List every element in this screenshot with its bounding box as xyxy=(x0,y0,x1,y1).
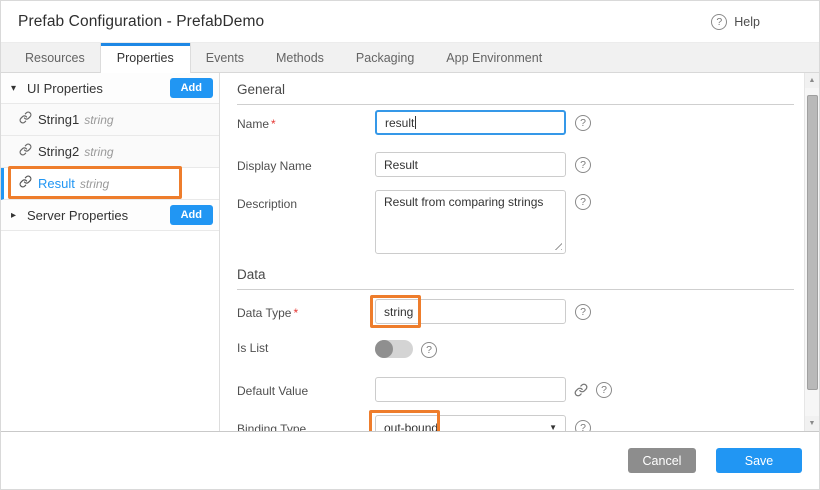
data-section-heading: Data xyxy=(237,267,794,290)
link-icon xyxy=(19,143,32,161)
is-list-label: Is List xyxy=(237,338,375,355)
display-name-field-wrap: ? xyxy=(375,152,591,177)
ui-properties-label: UI Properties xyxy=(27,81,103,96)
default-value-help-icon[interactable]: ? xyxy=(596,382,612,398)
title-bar: Prefab Configuration - PrefabDemo ? Help xyxy=(1,1,819,42)
name-row: Name* result ? xyxy=(237,110,794,135)
is-list-field-wrap: ? xyxy=(375,338,437,358)
toggle-knob xyxy=(375,340,393,358)
property-type: string xyxy=(80,177,109,191)
help-button[interactable]: ? Help xyxy=(711,14,760,30)
description-textarea-wrap: Result from comparing strings xyxy=(375,190,566,254)
data-type-row: Data Type* ? xyxy=(237,299,794,324)
scrollbar-thumb[interactable] xyxy=(807,95,818,390)
binding-type-select[interactable]: out-bound ▼ xyxy=(375,415,566,431)
page-title: Prefab Configuration - PrefabDemo xyxy=(18,13,264,31)
name-help-icon[interactable]: ? xyxy=(575,115,591,131)
default-value-input[interactable] xyxy=(375,377,566,402)
general-section-heading: General xyxy=(237,82,794,105)
required-marker: * xyxy=(271,117,276,131)
description-field-wrap: Result from comparing strings ? xyxy=(375,190,591,254)
description-textarea[interactable]: Result from comparing strings xyxy=(375,190,566,254)
property-name: String2 xyxy=(38,144,79,159)
caret-down-icon: ▾ xyxy=(11,83,22,94)
name-value: result xyxy=(385,116,414,130)
server-properties-group-header[interactable]: ▸ Server Properties Add xyxy=(1,200,219,231)
tab-packaging[interactable]: Packaging xyxy=(340,43,430,73)
dialog-footer: Cancel Save xyxy=(1,432,819,489)
text-cursor xyxy=(415,116,416,129)
description-help-icon[interactable]: ? xyxy=(575,194,591,210)
link-icon xyxy=(19,111,32,129)
property-type: string xyxy=(84,145,113,159)
property-name: Result xyxy=(38,176,75,191)
ui-properties-group-header[interactable]: ▾ UI Properties Add xyxy=(1,73,219,104)
default-value-row: Default Value ? xyxy=(237,377,794,402)
default-value-field-wrap: ? xyxy=(375,377,612,402)
property-item-string2[interactable]: String2 string xyxy=(1,136,219,168)
vertical-scrollbar: ▲ ▼ xyxy=(804,73,819,431)
tab-app-environment[interactable]: App Environment xyxy=(430,43,558,73)
tab-bar: Resources Properties Events Methods Pack… xyxy=(1,42,819,73)
is-list-row: Is List ? xyxy=(237,338,794,358)
tab-resources[interactable]: Resources xyxy=(9,43,101,73)
help-label: Help xyxy=(734,15,760,29)
add-ui-property-button[interactable]: Add xyxy=(170,78,213,98)
binding-type-field-wrap: out-bound ▼ ? xyxy=(375,415,591,431)
display-name-help-icon[interactable]: ? xyxy=(575,157,591,173)
description-row: Description Result from comparing string… xyxy=(237,190,794,254)
data-type-label: Data Type* xyxy=(237,299,375,320)
tab-events[interactable]: Events xyxy=(190,43,260,73)
add-server-property-button[interactable]: Add xyxy=(170,205,213,225)
property-name: String1 xyxy=(38,112,79,127)
link-icon xyxy=(19,175,32,193)
content-area: ▾ UI Properties Add String1 string Strin… xyxy=(1,73,819,432)
bind-link-icon[interactable] xyxy=(574,383,588,397)
cancel-button[interactable]: Cancel xyxy=(628,448,696,473)
required-marker: * xyxy=(293,306,298,320)
name-field-wrap: result ? xyxy=(375,110,591,135)
scroll-down-button[interactable]: ▼ xyxy=(805,416,819,431)
save-button[interactable]: Save xyxy=(716,448,802,473)
display-name-row: Display Name ? xyxy=(237,152,794,177)
is-list-help-icon[interactable]: ? xyxy=(421,342,437,358)
name-input[interactable]: result xyxy=(375,110,566,135)
caret-right-icon: ▸ xyxy=(11,210,22,221)
server-properties-label: Server Properties xyxy=(27,208,128,223)
binding-type-help-icon[interactable]: ? xyxy=(575,420,591,432)
description-label: Description xyxy=(237,190,375,211)
scrollbar-track[interactable] xyxy=(805,88,819,416)
name-label: Name* xyxy=(237,110,375,131)
default-value-label: Default Value xyxy=(237,377,375,398)
data-type-input[interactable] xyxy=(375,299,566,324)
binding-type-label: Binding Type xyxy=(237,415,375,431)
tab-properties[interactable]: Properties xyxy=(101,43,190,73)
properties-sidebar: ▾ UI Properties Add String1 string Strin… xyxy=(1,73,220,431)
property-item-result[interactable]: Result string xyxy=(1,168,219,200)
binding-type-value: out-bound xyxy=(384,421,438,432)
property-form: General Name* result ? Display Name ? De… xyxy=(220,73,804,431)
property-type: string xyxy=(84,113,113,127)
is-list-toggle[interactable] xyxy=(375,340,413,358)
dropdown-arrow-icon: ▼ xyxy=(549,423,557,431)
display-name-label: Display Name xyxy=(237,152,375,173)
binding-type-row: Binding Type out-bound ▼ ? xyxy=(237,415,794,431)
data-type-help-icon[interactable]: ? xyxy=(575,304,591,320)
scroll-up-button[interactable]: ▲ xyxy=(805,73,819,88)
property-item-string1[interactable]: String1 string xyxy=(1,104,219,136)
display-name-input[interactable] xyxy=(375,152,566,177)
prefab-configuration-dialog: Prefab Configuration - PrefabDemo ? Help… xyxy=(0,0,820,490)
data-type-field-wrap: ? xyxy=(375,299,591,324)
help-circle-icon: ? xyxy=(711,14,727,30)
tab-methods[interactable]: Methods xyxy=(260,43,340,73)
